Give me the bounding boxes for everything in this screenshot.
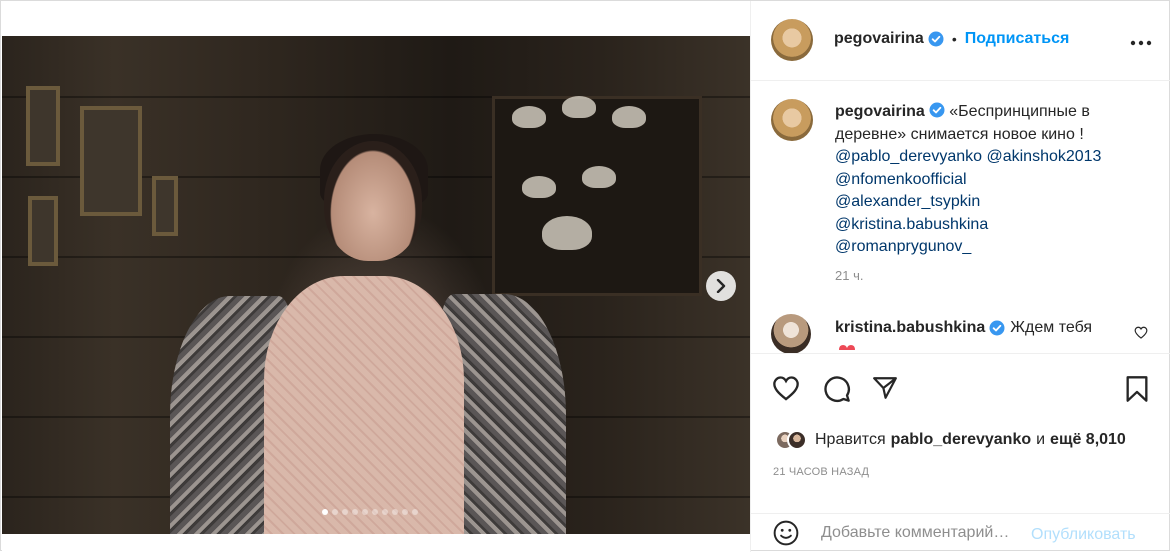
chevron-right-icon bbox=[716, 279, 726, 293]
add-comment-bar: Опубликовать bbox=[751, 513, 1170, 552]
share-button[interactable] bbox=[872, 376, 898, 405]
post-actions: Нравится pablo_derevyanko и ещё 8,010 21… bbox=[751, 353, 1170, 513]
comment-button[interactable] bbox=[823, 375, 851, 408]
post-media bbox=[2, 1, 750, 552]
mention-link[interactable]: @nfomenkoofficial bbox=[835, 169, 1155, 192]
slide-dot bbox=[322, 509, 328, 515]
slide-dot bbox=[392, 509, 398, 515]
save-button[interactable] bbox=[1125, 375, 1149, 408]
follow-button[interactable]: Подписаться bbox=[965, 30, 1070, 48]
comment-item: kristina.babushkina Ждем тебя bbox=[751, 314, 1170, 353]
mention-link[interactable]: @akinshok2013 bbox=[986, 148, 1101, 165]
verified-badge-icon bbox=[928, 31, 944, 47]
post-header: pegovairina • Подписаться bbox=[751, 1, 1170, 81]
liker-avatar bbox=[787, 430, 807, 450]
slide-dot bbox=[382, 509, 388, 515]
author-avatar[interactable] bbox=[771, 19, 813, 61]
likes-summary: Нравится pablo_derevyanko и ещё 8,010 bbox=[775, 430, 1126, 450]
likes-prefix: Нравится bbox=[815, 431, 886, 448]
caption-time[interactable]: 21 ч. bbox=[835, 268, 863, 283]
bookmark-icon bbox=[1126, 376, 1148, 402]
caption-author-avatar[interactable] bbox=[771, 99, 813, 141]
slide-dot bbox=[362, 509, 368, 515]
mention-link[interactable]: @pablo_derevyanko bbox=[835, 148, 982, 165]
comment-like-button[interactable] bbox=[1134, 326, 1148, 344]
next-slide-button[interactable] bbox=[706, 271, 736, 301]
comment-input[interactable] bbox=[821, 524, 1031, 542]
share-icon bbox=[873, 377, 897, 399]
post-modal: pegovairina • Подписаться pegovairina «Б… bbox=[0, 0, 1170, 552]
emoji-icon bbox=[773, 520, 799, 546]
likes-count-button[interactable]: ещё 8,010 bbox=[1050, 431, 1126, 449]
caption: pegovairina «Беспринципные в деревне» сн… bbox=[835, 101, 1155, 259]
slide-dot bbox=[372, 509, 378, 515]
post-side-panel: pegovairina • Подписаться pegovairina «Б… bbox=[750, 1, 1170, 552]
slide-indicator bbox=[322, 509, 418, 515]
slide-dot bbox=[402, 509, 408, 515]
slide-dot bbox=[412, 509, 418, 515]
more-options-button[interactable] bbox=[1130, 29, 1152, 52]
slide-dot bbox=[352, 509, 358, 515]
comments-section: pegovairina «Беспринципные в деревне» сн… bbox=[751, 82, 1170, 353]
slide-dot bbox=[332, 509, 338, 515]
separator: • bbox=[951, 31, 957, 47]
likes-conjunction: и bbox=[1036, 431, 1046, 448]
heart-emoji-icon bbox=[839, 345, 855, 350]
more-icon bbox=[1130, 40, 1152, 46]
author-username[interactable]: pegovairina bbox=[834, 30, 924, 48]
post-photo[interactable] bbox=[2, 36, 750, 534]
comment-text: Ждем тебя bbox=[1010, 319, 1093, 336]
heart-icon bbox=[1134, 326, 1148, 339]
comment-icon bbox=[824, 376, 850, 402]
liker-username[interactable]: pablo_derevyanko bbox=[891, 431, 1032, 449]
slide-dot bbox=[342, 509, 348, 515]
publish-button[interactable]: Опубликовать bbox=[1031, 526, 1136, 544]
emoji-button[interactable] bbox=[773, 520, 799, 551]
commenter-avatar[interactable] bbox=[771, 314, 811, 353]
mention-link[interactable]: @romanprygunov_ bbox=[835, 236, 1155, 259]
post-timestamp[interactable]: 21 ЧАСОВ НАЗАД bbox=[773, 466, 869, 478]
heart-icon bbox=[773, 376, 799, 401]
commenter-username[interactable]: kristina.babushkina bbox=[835, 319, 985, 337]
mention-link[interactable]: @alexander_tsypkin bbox=[835, 191, 1155, 214]
like-button[interactable] bbox=[772, 375, 800, 406]
caption-author-username[interactable]: pegovairina bbox=[835, 103, 925, 120]
verified-badge-icon bbox=[929, 102, 945, 118]
verified-badge-icon bbox=[989, 320, 1005, 336]
mention-link[interactable]: @kristina.babushkina bbox=[835, 214, 1155, 237]
